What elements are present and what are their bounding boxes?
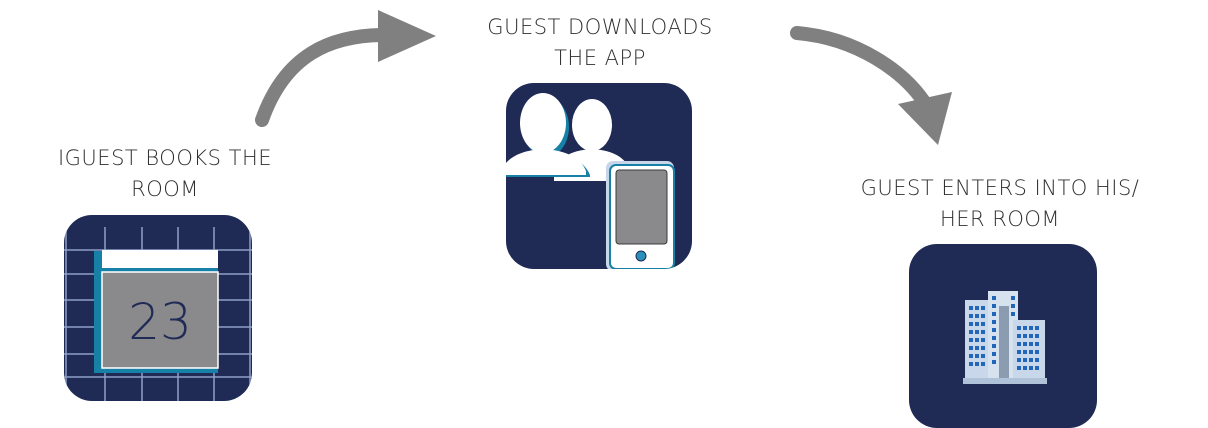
app-download-tile xyxy=(506,83,692,269)
step-2-label-line-2: THE APP xyxy=(554,46,646,70)
flow-arrow-1-to-2 xyxy=(255,10,436,127)
smartphone-icon xyxy=(606,161,675,269)
guests-with-phone-icon xyxy=(506,93,675,269)
step-2-label-line-1: GUEST DOWNLOADS xyxy=(487,15,713,39)
step-3-label: GUEST ENTERS INTO HIS/ HER ROOM xyxy=(810,173,1190,235)
calendar-tile: 23 xyxy=(64,215,252,401)
flow-arrow-2-to-3 xyxy=(790,26,952,145)
step-1-label-line-2: ROOM xyxy=(131,177,199,201)
hotel-building-icon xyxy=(963,291,1047,384)
step-3-label-line-2: HER ROOM xyxy=(939,207,1061,231)
calendar-day-number: 23 xyxy=(128,293,192,351)
step-1-label: IGUEST BOOKS THE ROOM xyxy=(20,143,310,205)
step-2-label: GUEST DOWNLOADS THE APP xyxy=(440,12,760,74)
step-1-label-line-1: IGUEST BOOKS THE xyxy=(57,146,273,170)
hotel-entry-tile xyxy=(909,244,1097,428)
step-3-label-line-1: GUEST ENTERS INTO HIS/ xyxy=(860,176,1140,200)
